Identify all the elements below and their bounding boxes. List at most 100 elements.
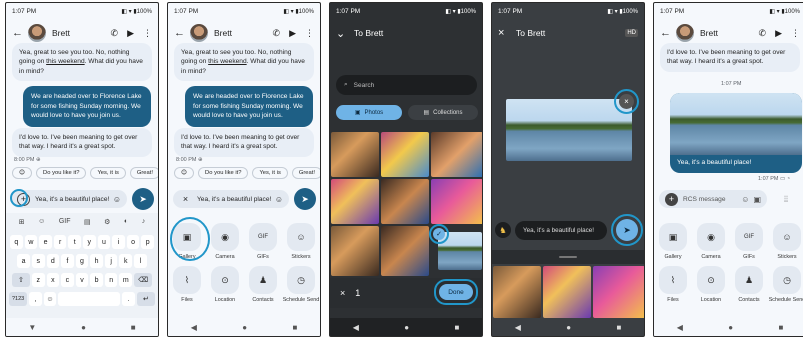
sticker-icon[interactable]: ☺ [38,218,45,226]
photo-thumb[interactable] [381,179,429,224]
key[interactable]: m [119,273,133,287]
phone-call-icon[interactable]: ✆ [273,28,281,39]
tab-photos[interactable]: ▣ Photos [336,105,402,120]
photo-thumb[interactable] [331,132,379,177]
back-arrow-icon[interactable]: ← [660,27,672,39]
collapse-chevron-icon[interactable]: ⌄ [336,27,348,40]
nav-home-icon[interactable]: ● [81,323,86,332]
attach-files[interactable]: ⌇ Files [168,266,206,303]
attach-camera[interactable]: ◉ Camera [692,223,730,260]
key[interactable]: v [75,273,89,287]
backspace-key[interactable]: ⌫ [134,273,153,287]
key[interactable]: c [61,273,74,287]
close-attachments-icon[interactable]: × [179,193,192,206]
caption-input[interactable]: Yea, it's a beautiful place! [515,221,607,240]
smart-reply-2[interactable]: Yes, it is [90,167,126,179]
compose-bar[interactable]: + RCS message ☺ ▣ [659,190,767,208]
attach-stickers[interactable]: ☺ Stickers [768,223,803,260]
key[interactable]: a [17,254,30,268]
smart-reply-1[interactable]: Do you like it? [36,167,87,179]
attach-camera[interactable]: ◉ Camera [206,223,244,260]
send-button[interactable]: ➤ [132,188,154,210]
attach-location[interactable]: ⊙ Location [206,266,244,303]
nav-recents-icon[interactable]: ■ [616,323,621,332]
smart-reply-3[interactable]: Great! [291,167,320,179]
nav-back-icon[interactable]: ◀ [677,323,683,332]
close-icon[interactable]: × [498,27,510,39]
video-call-icon[interactable]: ▶ [127,28,134,39]
photo-thumb[interactable] [543,266,591,318]
video-call-icon[interactable]: ▶ [775,28,782,39]
photo-thumb[interactable] [381,226,429,276]
weekend-link[interactable]: this weekend [208,58,247,65]
space-key[interactable] [58,292,121,306]
compose-text[interactable]: Yea, it's a beautiful place! [35,196,109,203]
shift-key[interactable]: ⇧ [11,273,30,287]
attach-gifs[interactable]: GIF GIFs [244,223,282,260]
nav-home-icon[interactable]: ● [566,323,571,332]
drag-handle[interactable] [492,250,644,264]
key[interactable]: n [104,273,118,287]
grid-icon[interactable]: ⊞ [19,218,25,226]
emoji-key[interactable]: ☺ [43,292,57,306]
key[interactable]: b [90,273,103,287]
symbols-key[interactable]: ?123 [9,292,28,306]
nav-recents-icon[interactable]: ■ [292,323,297,332]
key[interactable]: i [112,235,125,249]
avatar[interactable] [190,24,208,42]
emoji-icon[interactable]: ☺ [275,195,283,204]
enter-key[interactable]: ↵ [136,292,155,306]
nav-back-icon[interactable]: ◀ [515,323,521,332]
key[interactable]: r [53,235,67,249]
compose-placeholder[interactable]: RCS message [683,196,726,203]
attach-location[interactable]: ⊙ Location [692,266,730,303]
nav-back-icon[interactable]: ◀ [353,323,359,332]
phone-call-icon[interactable]: ✆ [759,28,767,39]
comma-key[interactable]: , [29,292,42,306]
photo-thumb[interactable] [431,179,482,224]
key[interactable]: k [119,254,133,268]
nav-home-icon[interactable]: ● [728,323,733,332]
attach-gifs[interactable]: GIF GIFs [730,223,768,260]
more-options-icon[interactable]: ⋮ [143,28,152,39]
nav-recents-icon[interactable]: ■ [778,323,783,332]
nav-back-icon[interactable]: ◀ [191,323,197,332]
attach-schedule-send[interactable]: ◷ Schedule Send [768,266,803,303]
smart-reply-3[interactable]: Great! [129,167,158,179]
clear-selection-icon[interactable]: × [340,288,345,298]
key[interactable]: w [24,235,38,249]
nav-recents-icon[interactable]: ■ [131,323,136,332]
search-field[interactable]: ⌕ Search [336,75,477,95]
emoji-icon[interactable]: ☺ [113,195,121,204]
add-emoji-icon[interactable]: ♞ [495,222,511,238]
smart-reply-2[interactable]: Yes, it is [252,167,288,179]
photo-thumb[interactable] [381,132,429,177]
key[interactable]: e [39,235,52,249]
photo-thumb[interactable] [431,132,482,177]
mic-icon[interactable]: ♪ [142,218,146,226]
attach-gallery[interactable]: ▣ Gallery [654,223,692,260]
more-options-icon[interactable]: ⋮ [791,28,800,39]
gif-icon[interactable]: GIF [59,218,71,226]
attach-contacts[interactable]: ♟ Contacts [730,266,768,303]
back-arrow-icon[interactable]: ← [174,27,186,39]
compose-bar[interactable]: × Yea, it's a beautiful place! ☺ [173,190,289,208]
key[interactable]: s [31,254,45,268]
emoji-icon[interactable]: ☺ [741,195,749,204]
nav-home-icon[interactable]: ● [404,323,409,332]
weekend-link[interactable]: this weekend [46,58,85,65]
phone-call-icon[interactable]: ✆ [111,28,119,39]
settings-icon[interactable]: ⚙ [104,218,110,226]
back-arrow-icon[interactable]: ← [12,27,24,39]
key[interactable]: y [83,235,96,249]
key[interactable]: d [46,254,60,268]
period-key[interactable]: . [122,292,135,306]
key[interactable]: h [90,254,103,268]
nav-recents-icon[interactable]: ■ [454,323,459,332]
avatar[interactable] [676,24,694,42]
photo-thumb[interactable] [331,179,379,224]
smart-reply-1[interactable]: Do you like it? [198,167,249,179]
photo-thumb[interactable] [493,266,541,318]
nav-back-icon[interactable]: ▼ [28,323,36,332]
avatar[interactable] [28,24,46,42]
